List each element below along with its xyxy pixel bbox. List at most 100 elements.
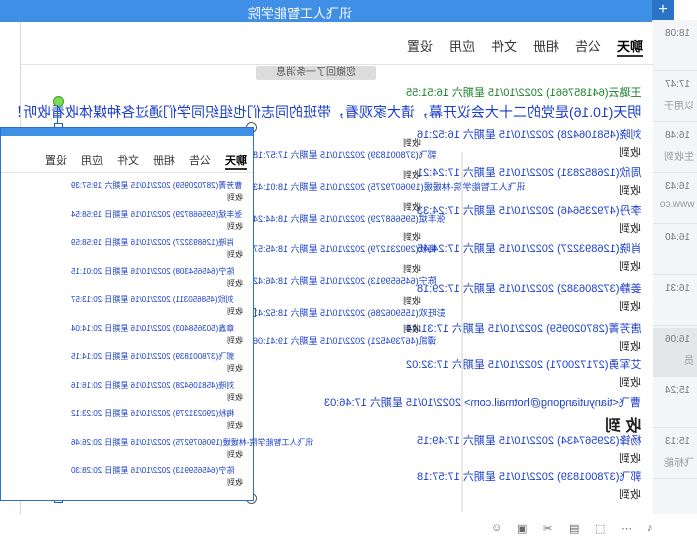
- conversation-item[interactable]: 16:31: [653, 277, 697, 326]
- pasted-message-header: 章鑫(503658403) 2022/10/16 星期日 20:14:04: [71, 323, 234, 334]
- message-header-text: 王璐云(641857661) 2022/10/15 星期六 16:51:55: [405, 87, 641, 99]
- pasted-message-body: 收到: [227, 363, 243, 374]
- conversation-snippet-text: 生收到: [664, 152, 694, 163]
- tab-label: 文件: [490, 39, 517, 54]
- pasted-message-header-text: 陈宁(645654308) 2022/10/16 星期日 20:01:15: [71, 266, 235, 276]
- pasted-tab-4: 应用: [81, 152, 103, 168]
- tab-label: 聊天: [616, 39, 643, 54]
- message-body-text: 收到: [619, 489, 641, 501]
- conversation-item[interactable]: 16:43 www.co: [653, 175, 697, 224]
- conversation-snippet: 以用于: [664, 97, 694, 112]
- pasted-message-body-text: 收到: [227, 392, 243, 402]
- tab-label: 公告: [574, 39, 601, 54]
- middle-message-header-text: 彭旺欢(155906286) 2022/10/15 星期六 18:52:41: [253, 308, 446, 318]
- pasted-message-header-text: 陈宁(645659913) 2022/10/16 星期日 20:28:30: [71, 466, 235, 475]
- rotate-handle[interactable]: [53, 96, 64, 107]
- pasted-message-header-text: 郭飞(378001839) 2022/10/16 星期日 20:14:15: [71, 352, 235, 361]
- pasted-message-body-text: 收到: [227, 421, 243, 430]
- pasted-tab-1: 公告: [189, 152, 211, 168]
- message-body-text: 收到: [619, 453, 641, 465]
- screenshot-icon[interactable]: ⬚: [595, 522, 607, 535]
- conversation-time-text: 16:31: [664, 283, 690, 294]
- message-body-text: 明天(10.16)是党的二十大会议开幕，请大家观看，带班的同志们也组织同学们通过…: [8, 104, 641, 120]
- middle-message-header: 张丰斌(595668729) 2022/10/15 星期六 18:44:24: [253, 212, 446, 225]
- message-header: 刘晓(458106428) 2022/10/15 星期六 16:52:16: [417, 126, 641, 142]
- middle-message-header: 讯飞人工智能学院-林媛媛(1906079275) 2022/10/15 星期六 …: [253, 180, 526, 193]
- tab-0[interactable]: 聊天: [616, 36, 643, 57]
- message-header: 艾军勇(271720071) 2022/10/15 星期六 17:32:02: [406, 356, 641, 372]
- pasted-message-header: 肖晓(126893227) 2022/10/16 星期日 19:58:59: [71, 237, 234, 248]
- pasted-message-body: 收到: [227, 420, 243, 431]
- tab-label: 相册: [532, 39, 559, 54]
- pasted-tab-label: 设置: [45, 155, 67, 167]
- conversation-time-text: 16:48: [664, 130, 690, 141]
- conversation-item[interactable]: 16:48 生收到: [653, 124, 697, 173]
- message-header-text: 刘晓(458106428) 2022/10/15 星期六 16:52:16: [416, 129, 641, 141]
- conversation-item[interactable]: 16:06 员: [653, 328, 697, 377]
- middle-message-body: 收到: [403, 136, 421, 149]
- plus-button[interactable]: +: [652, 0, 674, 20]
- conversation-item[interactable]: 16:40: [653, 226, 697, 275]
- message-header-text: 李丹(479235646) 2022/10/15 星期六 17:24:33: [416, 205, 641, 217]
- window-title: 讯飞人工智能学院: [220, 3, 380, 22]
- conversation-snippet-text: www.co: [659, 199, 694, 210]
- pasted-message-body: 收到: [227, 278, 243, 289]
- middle-message-header-text: 梅秋(290231279) 2022/10/15 星期六 18:45:57: [253, 244, 437, 254]
- conversation-snippet-text: 飞标能: [664, 458, 694, 469]
- window-title-text: 讯飞人工智能学院: [247, 6, 352, 21]
- pasted-message-header-text: 张丰斌(595668729) 2022/10/16 星期日 19:58:54: [71, 209, 243, 219]
- conversation-list[interactable]: 18:08 17:47 以用于 16:48 生收到 16:43 www.co 16:40 16:…: [652, 20, 697, 514]
- pasted-message-body-text: 收到: [227, 250, 243, 259]
- message-body: 收到: [619, 374, 641, 390]
- message-header: 曹飞<tianyutiangong@hotmail.com> 2022/10/1…: [324, 394, 641, 410]
- pasted-message-body: 收到: [227, 335, 243, 346]
- pasted-tab-2: 相册: [153, 152, 175, 168]
- conversation-time: 15:13: [665, 436, 690, 447]
- middle-message-header: 郭飞(378001839) 2022/10/15 星期六 17:57:18: [253, 148, 437, 161]
- conversation-time-text: 16:40: [664, 232, 690, 243]
- tab-5[interactable]: 设置: [407, 36, 433, 55]
- message-header-text: 杨锋(329567434) 2022/10/15 星期六 17:49:15: [416, 435, 641, 447]
- tab-2[interactable]: 相册: [533, 36, 559, 55]
- middle-message-body: 收到: [403, 230, 421, 243]
- message-body: 收到: [619, 182, 641, 198]
- pasted-tab-label: 相册: [153, 155, 175, 167]
- conversation-time: 16:40: [665, 232, 690, 243]
- middle-message-body-text: 收到: [403, 202, 422, 212]
- conversation-time: 16:31: [665, 283, 690, 294]
- pasted-message-header: 梅秋(290231279) 2022/10/16 星期日 20:23:12: [71, 408, 234, 419]
- smile-icon[interactable]: ☺: [491, 522, 503, 534]
- tab-label: 应用: [448, 39, 475, 54]
- message-header: 姜静(372806382) 2022/10/15 星期六 17:29:18: [417, 280, 641, 296]
- pasted-message-body: 收到: [227, 221, 243, 232]
- conversation-time: 15:24: [665, 385, 690, 396]
- conversation-item[interactable]: 17:47 以用于: [653, 73, 697, 122]
- message-header-text: 曹飞<tianyutiangong@hotmail.com> 2022/10/1…: [324, 397, 641, 409]
- message-header: 郭飞(378001839) 2022/10/15 星期六 17:57:18: [417, 468, 641, 484]
- pasted-message-body: 收到: [227, 192, 243, 203]
- tab-1[interactable]: 公告: [575, 36, 601, 55]
- middle-message-header-text: 谭凯(467394521) 2022/10/15 星期六 19:41:06: [253, 336, 437, 346]
- message-body-text: 收到: [619, 147, 641, 159]
- message-body: 收到: [619, 338, 641, 354]
- pasted-message-header-text: 曹芳菁(287020959) 2022/10/15 星期六 19:57:39: [71, 181, 243, 190]
- image-icon[interactable]: ▣: [517, 522, 529, 535]
- message-header-text: 郭飞(378001839) 2022/10/15 星期六 17:57:18: [416, 471, 641, 483]
- middle-message-body: 收到: [403, 200, 421, 213]
- conversation-item[interactable]: 18:08: [653, 22, 697, 71]
- more-icon[interactable]: ⋯: [621, 522, 633, 535]
- message-body-text: 收到: [619, 185, 641, 197]
- tab-4[interactable]: 应用: [449, 36, 475, 55]
- pasted-screenshot[interactable]: 聊天 公告 相册 文件 应用 设置 曹芳菁(287020959) 2022/10/15 星…: [0, 127, 313, 501]
- message-header-text: 姜静(372806382) 2022/10/15 星期六 17:29:18: [416, 283, 641, 295]
- pasted-tab-label: 应用: [81, 155, 103, 167]
- message-header: 唐芳菁(287020959) 2022/10/15 星期六 17:31:44: [406, 320, 641, 336]
- pasted-message-body-text: 收到: [227, 335, 243, 345]
- tab-3[interactable]: 文件: [491, 36, 517, 55]
- conversation-item[interactable]: 15:24: [653, 379, 697, 428]
- conversation-time-text: 15:13: [664, 436, 690, 447]
- folder-icon[interactable]: ▤: [569, 522, 581, 535]
- voice-icon[interactable]: ♪: [647, 522, 659, 534]
- scissors-icon[interactable]: ✂: [543, 522, 555, 535]
- conversation-item[interactable]: 15:13 飞标能: [653, 430, 697, 479]
